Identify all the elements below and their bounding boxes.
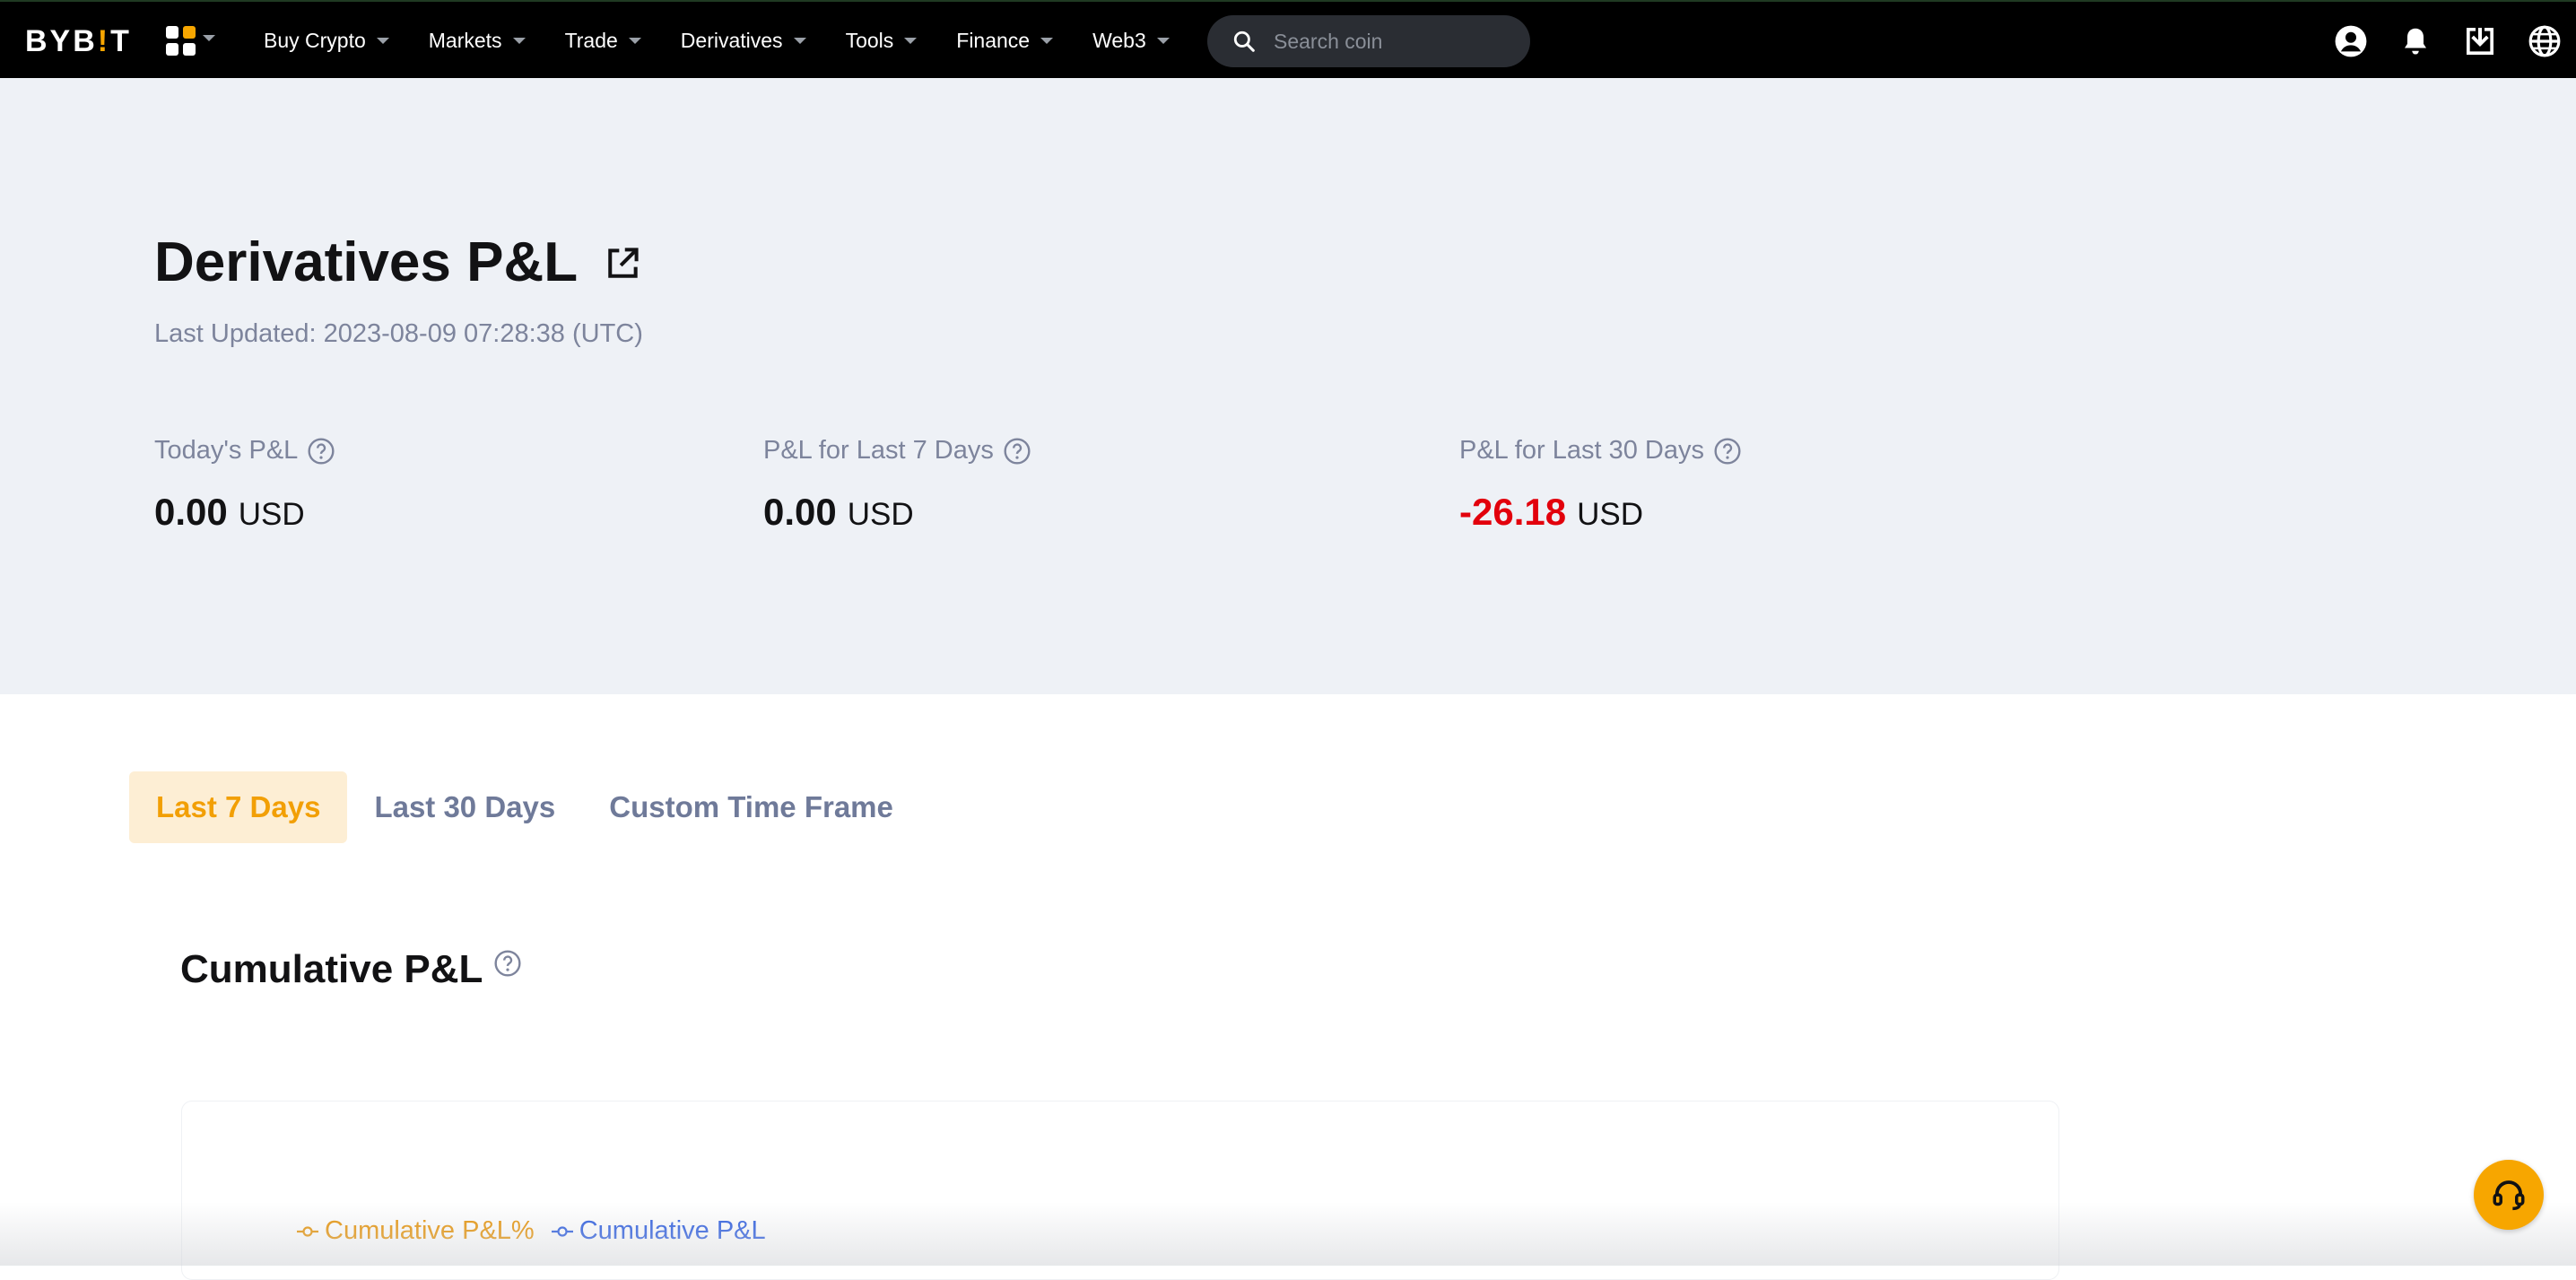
chevron-down-icon	[628, 38, 641, 44]
download-app-button[interactable]	[2461, 22, 2499, 60]
stat-number: -26.18	[1459, 491, 1567, 533]
notifications-button[interactable]	[2397, 22, 2434, 60]
nav-trade[interactable]: Trade	[565, 29, 641, 53]
legend-item-cumulative-pnl-percent[interactable]: Cumulative P&L%	[296, 1216, 535, 1246]
nav-web3[interactable]: Web3	[1092, 29, 1170, 53]
chevron-down-icon	[1156, 38, 1170, 44]
page-title: Derivatives P&L	[154, 231, 579, 293]
language-button[interactable]	[2526, 22, 2563, 60]
stat-today: Today's P&L 0.00 USD	[154, 436, 335, 534]
nav-finance[interactable]: Finance	[956, 29, 1054, 53]
stat-last-30-days: P&L for Last 30 Days -26.18 USD	[1459, 436, 1742, 534]
chevron-down-icon	[512, 38, 526, 44]
nav-label: Web3	[1092, 29, 1146, 52]
nav-label: Buy Crypto	[264, 29, 366, 52]
help-icon[interactable]	[307, 437, 335, 466]
help-icon[interactable]	[1003, 437, 1031, 466]
chevron-down-icon	[793, 38, 806, 44]
section-title-text: Cumulative P&L	[180, 947, 483, 991]
chevron-down-icon	[376, 38, 389, 44]
headset-icon	[2493, 1180, 2525, 1211]
logo-text-end: T	[110, 24, 132, 58]
section-title: Cumulative P&L	[180, 947, 522, 992]
stat-unit: USD	[1577, 497, 1643, 532]
stat-number: 0.00	[763, 491, 837, 533]
stat-label: Today's P&L	[154, 436, 335, 466]
tab-custom-time-frame[interactable]: Custom Time Frame	[582, 771, 920, 843]
stat-unit: USD	[847, 497, 914, 532]
globe-icon	[2528, 25, 2561, 57]
stat-value: -26.18 USD	[1459, 491, 1742, 534]
customer-support-button[interactable]	[2474, 1160, 2544, 1230]
legend-label: Cumulative P&L	[579, 1216, 766, 1245]
tab-last-30-days[interactable]: Last 30 Days	[347, 771, 582, 843]
nav-label: Tools	[845, 29, 894, 52]
stat-label-text: P&L for Last 30 Days	[1459, 436, 1704, 465]
stat-label: P&L for Last 30 Days	[1459, 436, 1742, 466]
chevron-down-icon	[904, 38, 918, 44]
stat-label-text: P&L for Last 7 Days	[763, 436, 994, 465]
main-nav: Buy Crypto Markets Trade Derivatives Too…	[264, 2, 1209, 80]
header-actions	[2332, 20, 2563, 63]
nav-label: Markets	[428, 29, 502, 52]
bell-icon	[2405, 28, 2426, 55]
nav-label: Derivatives	[680, 29, 783, 52]
legend-line-marker-icon	[297, 1225, 318, 1237]
nav-markets[interactable]: Markets	[429, 29, 526, 53]
legend-label: Cumulative P&L%	[325, 1216, 535, 1245]
nav-label: Finance	[956, 29, 1031, 52]
search-input[interactable]	[1272, 28, 1509, 55]
chevron-down-icon	[1040, 38, 1054, 44]
stat-value: 0.00 USD	[154, 491, 335, 534]
apps-menu-button[interactable]	[165, 25, 224, 57]
logo-mark: !	[97, 24, 111, 58]
nav-label: Trade	[564, 29, 618, 52]
external-link-icon	[608, 248, 639, 278]
help-icon[interactable]	[493, 949, 522, 978]
download-icon	[2467, 28, 2493, 55]
tab-last-7-days[interactable]: Last 7 Days	[129, 771, 348, 843]
user-icon	[2335, 25, 2367, 57]
share-button[interactable]	[603, 244, 642, 283]
top-navigation-bar: BYB! T Buy Crypto Markets Trade Derivativ…	[0, 0, 2576, 78]
last-updated-text: Last Updated: 2023-08-09 07:28:38 (UTC)	[154, 319, 643, 348]
nav-tools[interactable]: Tools	[846, 29, 918, 53]
stat-value: 0.00 USD	[763, 491, 1031, 534]
account-button[interactable]	[2332, 22, 2370, 60]
pnl-summary-panel	[0, 78, 2576, 694]
legend-line-marker-icon	[551, 1225, 573, 1237]
bybit-logo[interactable]: BYB! T	[25, 23, 132, 59]
grid-icon	[166, 26, 196, 56]
stat-number: 0.00	[154, 491, 228, 533]
chart-legend: Cumulative P&L% Cumulative P&L	[296, 1216, 766, 1246]
nav-derivatives[interactable]: Derivatives	[681, 29, 806, 53]
stat-label: P&L for Last 7 Days	[763, 436, 1031, 466]
search-icon	[1233, 30, 1255, 52]
logo-text: BYB	[25, 24, 98, 58]
chevron-down-icon	[203, 34, 215, 41]
legend-item-cumulative-pnl[interactable]: Cumulative P&L	[551, 1216, 766, 1246]
stat-unit: USD	[238, 497, 305, 532]
time-range-tabs: Last 7 Days Last 30 Days Custom Time Fra…	[129, 771, 920, 843]
help-icon[interactable]	[1713, 437, 1742, 466]
cumulative-pnl-chart-card	[181, 1101, 2059, 1280]
stat-label-text: Today's P&L	[154, 436, 299, 465]
stat-last-7-days: P&L for Last 7 Days 0.00 USD	[763, 436, 1031, 534]
search-box[interactable]	[1207, 15, 1530, 67]
nav-buy-crypto[interactable]: Buy Crypto	[264, 29, 389, 53]
